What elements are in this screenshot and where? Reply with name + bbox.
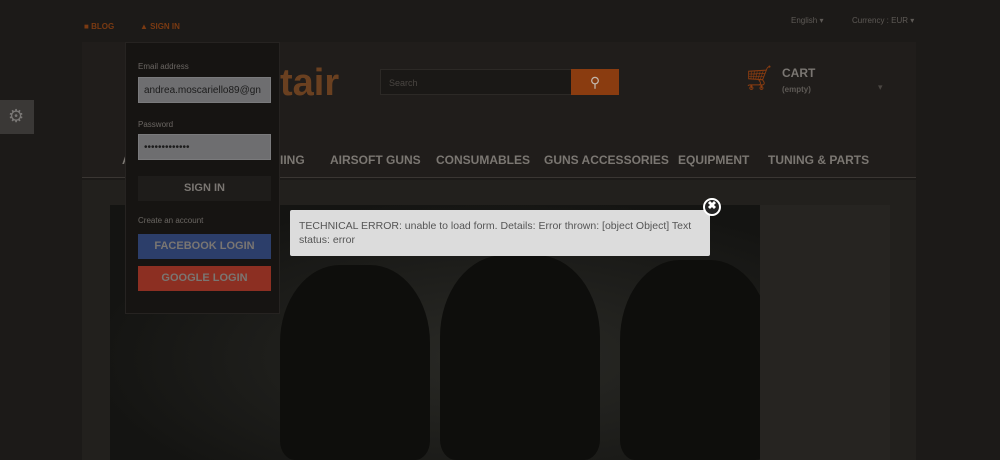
password-label: Password	[138, 120, 174, 129]
search-button[interactable]: ⚲	[571, 69, 619, 95]
soldier-image	[280, 265, 430, 460]
cart-chevron-icon[interactable]: ▾	[878, 82, 883, 93]
blog-link[interactable]: ■ BLOG	[84, 16, 114, 34]
sign-in-label: SIGN IN	[150, 22, 180, 31]
logo[interactable]: tair	[280, 62, 339, 105]
brick-wall	[760, 205, 890, 460]
language-label: English	[791, 16, 818, 25]
create-account-link[interactable]: Create an account	[138, 216, 203, 225]
blog-label: BLOG	[91, 22, 115, 31]
cart-title[interactable]: CART	[782, 66, 815, 80]
facebook-login-button[interactable]: FACEBOOK LOGIN	[138, 234, 271, 259]
search-icon: ⚲	[589, 74, 601, 90]
gears-icon: ⚙	[8, 106, 25, 126]
nav-item-airsoft-guns[interactable]: AIRSOFT GUNS	[330, 153, 421, 167]
search-placeholder: Search	[389, 78, 418, 88]
login-dropdown: Email address andrea.moscariello89@gn Pa…	[125, 42, 280, 314]
error-message: TECHNICAL ERROR: unable to load form. De…	[299, 220, 692, 246]
sign-in-button[interactable]: SIGN IN	[138, 176, 271, 201]
settings-button[interactable]: ⚙	[0, 100, 34, 134]
sign-in-link[interactable]: ▲ SIGN IN	[140, 16, 180, 34]
user-icon: ▲	[140, 22, 151, 31]
soldier-image	[440, 255, 600, 460]
google-login-button[interactable]: GOOGLE LOGIN	[138, 266, 271, 291]
nav-item-equipment[interactable]: EQUIPMENT	[678, 153, 749, 167]
close-icon[interactable]: ✖	[703, 198, 721, 216]
nav-item[interactable]: IING	[280, 153, 305, 167]
email-field[interactable]: andrea.moscariello89@gn	[138, 77, 271, 103]
nav-item-consumables[interactable]: CONSUMABLES	[436, 153, 530, 167]
language-select[interactable]: English ▾	[791, 16, 824, 25]
error-modal: TECHNICAL ERROR: unable to load form. De…	[290, 210, 710, 256]
password-field[interactable]: •••••••••••••	[138, 134, 271, 160]
nav-item-guns-accessories[interactable]: GUNS ACCESSORIES	[544, 153, 669, 167]
currency-select[interactable]: Currency : EUR ▾	[852, 16, 914, 25]
currency-label: Currency : EUR	[852, 16, 909, 25]
email-label: Email address	[138, 62, 189, 71]
search-input[interactable]: Search	[380, 69, 572, 95]
cart-icon[interactable]: 🛒︎	[744, 64, 774, 93]
soldier-image	[620, 260, 770, 460]
nav-item-tuning-parts[interactable]: TUNING & PARTS	[768, 153, 869, 167]
logo-text: tair	[280, 62, 340, 104]
blog-icon: ■	[84, 22, 92, 31]
cart-status: (empty)	[782, 85, 811, 94]
